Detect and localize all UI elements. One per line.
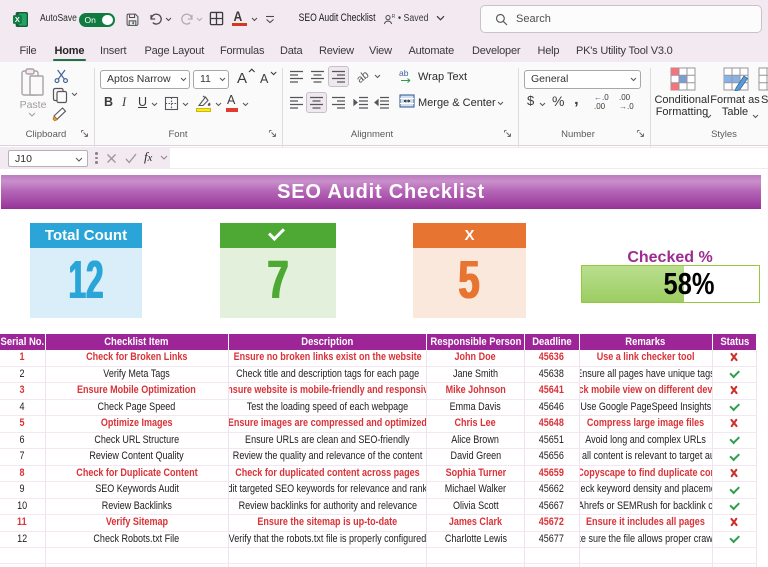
svg-text:A: A bbox=[237, 70, 247, 86]
svg-text:R: R bbox=[392, 14, 396, 20]
svg-text:ab: ab bbox=[399, 68, 409, 78]
svg-text:A: A bbox=[260, 72, 269, 86]
svg-text:X: X bbox=[15, 15, 20, 24]
svg-text:ab: ab bbox=[356, 69, 371, 84]
